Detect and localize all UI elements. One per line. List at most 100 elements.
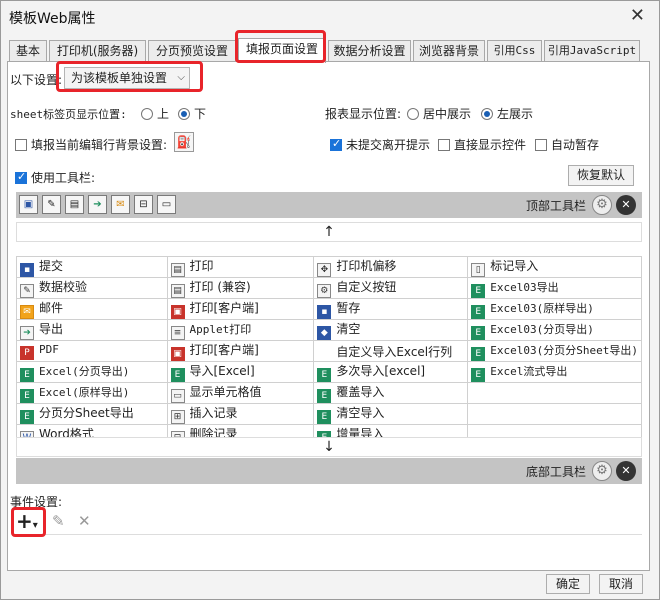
ok-button[interactable]: 确定 bbox=[546, 574, 590, 594]
export-icon: ➔ bbox=[20, 326, 34, 340]
insert-row-icon[interactable]: ⊟ bbox=[134, 195, 153, 214]
grid-item-pdf[interactable]: P PDF bbox=[16, 340, 168, 362]
chevron-down-icon: ⌵ bbox=[177, 72, 185, 83]
events-label: 事件设置: bbox=[10, 495, 63, 509]
tab-strip: 基本 打印机(服务器) 分页预览设置 填报页面设置 数据分析设置 浏览器背景 引… bbox=[9, 38, 649, 63]
tab-printer-server[interactable]: 打印机(服务器) bbox=[49, 40, 146, 62]
radio-circle bbox=[141, 108, 153, 120]
remove-icon[interactable]: ✕ bbox=[616, 461, 636, 481]
grid-item-multi-import-excel[interactable]: E 多次导入[excel] bbox=[313, 361, 469, 383]
grid-item-print-compat[interactable]: ▤ 打印 (兼容) bbox=[166, 277, 315, 299]
grid-item-label: Excel流式导出 bbox=[490, 364, 568, 378]
checkbox-autosave-label: 自动暂存 bbox=[551, 138, 600, 152]
tab-data-analysis[interactable]: 数据分析设置 bbox=[328, 40, 411, 62]
grid-empty-cell bbox=[467, 403, 642, 425]
excel-icon: E bbox=[20, 388, 34, 403]
close-icon[interactable]: ✕ bbox=[630, 5, 645, 26]
grid-item-excel03-raw[interactable]: E Excel03(原样导出) bbox=[467, 298, 642, 320]
radio-report-center[interactable]: 居中展示 bbox=[407, 105, 471, 122]
grid-item-excel03-paged[interactable]: E Excel03(分页导出) bbox=[467, 319, 642, 341]
plus-icon: + bbox=[16, 509, 33, 533]
validate-icon[interactable]: ✎ bbox=[42, 195, 61, 214]
sheet-tab-position-label: sheet标签页显示位置: bbox=[10, 108, 127, 121]
grid-item-excel-paged[interactable]: E Excel(分页导出) bbox=[16, 361, 168, 383]
grid-item-label: 多次导入[excel] bbox=[336, 364, 426, 378]
remove-icon[interactable]: ✕ bbox=[616, 195, 636, 215]
save-icon[interactable]: ▣ bbox=[19, 195, 38, 214]
radio-sheet-top-label: 上 bbox=[157, 107, 170, 121]
grid-item-temp-save[interactable]: ▪ 暂存 bbox=[313, 298, 469, 320]
grid-item-printer-offset[interactable]: ✥ 打印机偏移 bbox=[313, 256, 469, 278]
restore-default-button[interactable]: 恢复默认 bbox=[568, 165, 634, 186]
grid-item-excel-stream-export[interactable]: E Excel流式导出 bbox=[467, 361, 642, 383]
print-icon[interactable]: ▤ bbox=[65, 195, 84, 214]
move-icon: ✥ bbox=[317, 263, 332, 277]
grid-item-excel03-paged-sheet[interactable]: E Excel03(分页分Sheet导出) bbox=[467, 340, 642, 362]
grid-item-label: 数据校验 bbox=[39, 280, 88, 294]
grid-item-insert-record[interactable]: ⊞ 插入记录 bbox=[166, 403, 315, 425]
edit-icon[interactable]: ✎ bbox=[52, 512, 65, 530]
grid-item-import-excel[interactable]: E 导入[Excel] bbox=[166, 361, 315, 383]
gear-icon: ⚙ bbox=[317, 284, 332, 298]
radio-circle-selected bbox=[178, 108, 190, 120]
gear-icon[interactable]: ⚙ bbox=[592, 195, 612, 215]
export-icon[interactable]: ➔ bbox=[88, 195, 107, 214]
checkbox-direct-show[interactable]: 直接显示控件 bbox=[438, 136, 526, 153]
grid-item-validate[interactable]: ✎ 数据校验 bbox=[16, 277, 168, 299]
checkbox-fill-bg[interactable]: 填报当前编辑行背景设置: bbox=[15, 136, 167, 153]
show-cell-icon[interactable]: ▭ bbox=[157, 195, 176, 214]
tab-browser-bg[interactable]: 浏览器背景 bbox=[413, 40, 485, 62]
grid-item-print-client[interactable]: ▣ 打印[客户端] bbox=[166, 298, 315, 320]
blank-icon bbox=[317, 344, 331, 358]
grid-item-excel03-export[interactable]: E Excel03导出 bbox=[467, 277, 642, 299]
grid-empty-cell bbox=[467, 382, 642, 404]
tab-ref-css[interactable]: 引用Css bbox=[487, 40, 542, 62]
grid-item-print-client-pdf[interactable]: ▣ 打印[客户端] bbox=[166, 340, 315, 362]
grid-item-export[interactable]: ➔ 导出 bbox=[16, 319, 168, 341]
paint-bucket-icon[interactable]: ⛽ bbox=[174, 132, 194, 152]
validate-icon: ✎ bbox=[20, 284, 34, 298]
grid-item-submit[interactable]: ▪ 提交 bbox=[16, 256, 168, 278]
tab-basic[interactable]: 基本 bbox=[9, 40, 47, 62]
grid-item-label: 提交 bbox=[39, 259, 64, 273]
print-icon: ▤ bbox=[170, 263, 185, 277]
event-list[interactable] bbox=[16, 534, 642, 571]
grid-item-paged-sheet-export[interactable]: E 分页分Sheet导出 bbox=[16, 403, 168, 425]
radio-sheet-bottom[interactable]: 下 bbox=[178, 105, 206, 122]
grid-item-label: 覆盖导入 bbox=[336, 385, 385, 399]
grid-item-applet-print[interactable]: ≡ Applet打印 bbox=[166, 319, 315, 341]
checkbox-unsubmit-prompt[interactable]: 未提交离开提示 bbox=[330, 136, 430, 153]
add-event-button[interactable]: +▾ bbox=[16, 509, 38, 533]
grid-item-mail[interactable]: ✉ 邮件 bbox=[16, 298, 168, 320]
mail-icon[interactable]: ✉ bbox=[111, 195, 130, 214]
tab-fill-page-settings[interactable]: 填报页面设置 bbox=[238, 38, 326, 63]
grid-item-excel-raw[interactable]: E Excel(原样导出) bbox=[16, 382, 168, 404]
scope-select[interactable]: 为该模板单独设置 ⌵ bbox=[64, 67, 190, 89]
grid-item-label: Applet打印 bbox=[189, 322, 252, 336]
applet-icon: ≡ bbox=[170, 325, 185, 340]
grid-item-custom-button[interactable]: ⚙ 自定义按钮 bbox=[313, 277, 469, 299]
move-down-arrow[interactable]: ↓ bbox=[16, 437, 642, 457]
delete-icon[interactable]: ✕ bbox=[78, 512, 91, 530]
grid-item-mark-import[interactable]: ▯ 标记导入 bbox=[467, 256, 642, 278]
bottom-toolbar-label: 底部工具栏 bbox=[525, 465, 586, 479]
grid-item-label: 打印 bbox=[189, 259, 214, 273]
checkbox-autosave[interactable]: 自动暂存 bbox=[535, 136, 599, 153]
move-up-arrow[interactable]: ↑ bbox=[16, 222, 642, 242]
cancel-button[interactable]: 取消 bbox=[599, 574, 643, 594]
gear-icon[interactable]: ⚙ bbox=[592, 461, 612, 481]
grid-item-overwrite-import[interactable]: E 覆盖导入 bbox=[313, 382, 469, 404]
radio-report-left[interactable]: 左展示 bbox=[481, 105, 533, 122]
grid-item-label: 插入记录 bbox=[189, 406, 238, 420]
grid-item-clear-import[interactable]: E 清空导入 bbox=[313, 403, 469, 425]
grid-item-print[interactable]: ▤ 打印 bbox=[166, 256, 315, 278]
tab-paging-preview[interactable]: 分页预览设置 bbox=[148, 40, 236, 62]
report-position-label: 报表显示位置: bbox=[325, 107, 402, 121]
checkbox-use-toolbar[interactable]: 使用工具栏: bbox=[15, 169, 95, 186]
tab-ref-javascript[interactable]: 引用JavaScript bbox=[544, 40, 640, 62]
mail-icon: ✉ bbox=[20, 305, 34, 319]
grid-item-clear[interactable]: ◆ 清空 bbox=[313, 319, 469, 341]
radio-sheet-top[interactable]: 上 bbox=[141, 105, 169, 122]
grid-item-custom-import-excel[interactable]: 自定义导入Excel行列 bbox=[313, 340, 469, 362]
grid-item-show-cell-value[interactable]: ▭ 显示单元格值 bbox=[166, 382, 315, 404]
